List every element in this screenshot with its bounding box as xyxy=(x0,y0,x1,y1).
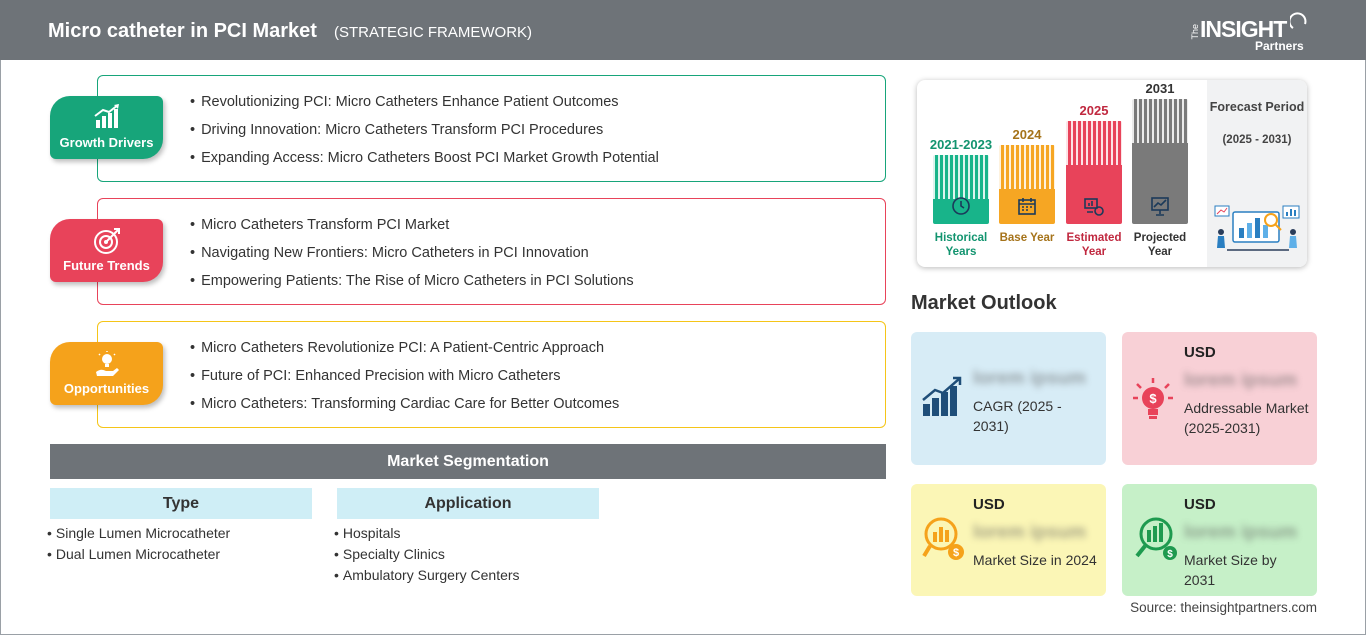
market-outlook-title: Market Outlook xyxy=(911,292,1057,314)
growth-drivers-badge: Growth Drivers xyxy=(50,96,163,159)
svg-text:$: $ xyxy=(953,547,959,559)
timeline-caption: Historical Years xyxy=(934,232,988,258)
dollar-bulb-icon: $ xyxy=(1133,378,1173,419)
segment-application-header: Application xyxy=(337,488,599,519)
bar-stripes xyxy=(933,155,989,199)
opportunities-label: Opportunities xyxy=(63,381,150,396)
opportunities-box: Micro Catheters Revolutionize PCI: A Pat… xyxy=(97,321,886,428)
future-trends-box: Micro Catheters Transform PCI Market Nav… xyxy=(97,198,886,305)
market-size-2024-card: $ USD lorem ipsum Market Size in 2024 xyxy=(911,484,1106,596)
market-size-2031-card: $ USD lorem ipsum Market Size by 2031 xyxy=(1122,484,1317,596)
logo-partners: Partners xyxy=(1255,39,1304,53)
logo-arc-icon xyxy=(1290,12,1307,29)
list-item: Specialty Clinics xyxy=(334,546,520,567)
projection-icon xyxy=(1151,197,1169,216)
segment-type-header: Type xyxy=(50,488,312,519)
growth-bars-icon xyxy=(922,376,962,416)
usd-label: USD xyxy=(1184,344,1216,361)
timeline-caption: Base Year xyxy=(999,232,1055,244)
forecast-period-panel: Forecast Period (2025 - 2031) xyxy=(1207,80,1307,267)
history-icon xyxy=(952,197,970,215)
timeline-caption: Projected Year xyxy=(1133,232,1187,258)
list-item: Ambulatory Surgery Centers xyxy=(334,567,520,588)
opportunities-list: Micro Catheters Revolutionize PCI: A Pat… xyxy=(190,340,619,424)
list-item: Single Lumen Microcatheter xyxy=(47,525,230,546)
estimate-icon xyxy=(1084,198,1104,216)
timeline-year-label: 2031 xyxy=(1145,81,1175,96)
timeline-bar xyxy=(999,145,1055,224)
timeline-bar xyxy=(1132,99,1188,224)
list-item: Future of PCI: Enhanced Precision with M… xyxy=(190,368,619,396)
coin-chart-icon: $ xyxy=(922,517,964,560)
market-size-2024-value: lorem ipsum xyxy=(973,522,1086,543)
list-item: Driving Innovation: Micro Catheters Tran… xyxy=(190,122,659,150)
addressable-market-card: $ USD lorem ipsum Addressable Market (20… xyxy=(1122,332,1317,465)
bar-stripes xyxy=(999,145,1055,189)
addressable-market-description: Addressable Market (2025-2031) xyxy=(1184,400,1309,436)
market-segmentation-header: Market Segmentation xyxy=(50,444,886,479)
segment-application-list: Hospitals Specialty Clinics Ambulatory S… xyxy=(334,525,520,588)
svg-text:$: $ xyxy=(1149,391,1157,406)
list-item: Micro Catheters Revolutionize PCI: A Pat… xyxy=(190,340,619,368)
page-subtitle: (STRATEGIC FRAMEWORK) xyxy=(334,24,533,41)
timeline-year-label: 2025 xyxy=(1079,103,1109,118)
timeline-bar xyxy=(933,155,989,224)
list-item: Dual Lumen Microcatheter xyxy=(47,546,230,567)
header-bar: Micro catheter in PCI Market (STRATEGIC … xyxy=(0,0,1366,60)
future-trends-label: Future Trends xyxy=(63,258,150,273)
bar-stripes xyxy=(1066,121,1122,165)
timeline-bar xyxy=(1066,121,1122,224)
lightbulb-hand-icon xyxy=(96,351,119,376)
list-item: Micro Catheters: Transforming Cardiac Ca… xyxy=(190,396,619,424)
growth-chart-icon xyxy=(94,104,119,128)
list-item: Hospitals xyxy=(334,525,520,546)
forecast-period-title: Forecast Period xyxy=(1209,100,1305,114)
list-item: Expanding Access: Micro Catheters Boost … xyxy=(190,150,659,178)
list-item: Navigating New Frontiers: Micro Catheter… xyxy=(190,245,634,273)
usd-label: USD xyxy=(1184,496,1216,513)
usd-label: USD xyxy=(973,496,1005,513)
cagr-card: lorem ipsum CAGR (2025 - 2031) xyxy=(911,332,1106,465)
source-note: Source: theinsightpartners.com xyxy=(1130,600,1317,615)
target-icon xyxy=(94,228,120,254)
timeline-caption: Estimated Year xyxy=(1066,232,1122,258)
analytics-people-icon xyxy=(1214,205,1300,251)
market-size-2031-description: Market Size by 2031 xyxy=(1184,552,1277,588)
growth-drivers-label: Growth Drivers xyxy=(59,135,154,150)
list-item: Revolutionizing PCI: Micro Catheters Enh… xyxy=(190,94,659,122)
market-size-2024-description: Market Size in 2024 xyxy=(973,552,1097,568)
page-title: Micro catheter in PCI Market xyxy=(48,20,317,42)
list-item: Micro Catheters Transform PCI Market xyxy=(190,217,634,245)
future-trends-list: Micro Catheters Transform PCI Market Nav… xyxy=(190,217,634,301)
list-item: Empowering Patients: The Rise of Micro C… xyxy=(190,273,634,301)
calendar-icon xyxy=(1018,198,1036,215)
svg-text:$: $ xyxy=(1167,549,1173,560)
segment-type-list: Single Lumen Microcatheter Dual Lumen Mi… xyxy=(47,525,230,567)
forecast-period-range: (2025 - 2031) xyxy=(1222,134,1292,146)
growth-drivers-list: Revolutionizing PCI: Micro Catheters Enh… xyxy=(190,94,659,178)
cagr-description: CAGR (2025 - 2031) xyxy=(973,398,1062,434)
market-size-2031-value: lorem ipsum xyxy=(1184,522,1297,543)
future-trends-badge: Future Trends xyxy=(50,219,163,282)
insight-partners-logo[interactable]: The INSIGHT Partners xyxy=(1188,8,1313,54)
logo-the: The xyxy=(1190,24,1200,40)
cagr-value: lorem ipsum xyxy=(973,368,1086,389)
growth-drivers-box: Revolutionizing PCI: Micro Catheters Enh… xyxy=(97,75,886,182)
addressable-market-value: lorem ipsum xyxy=(1184,370,1297,391)
money-growth-icon: $ xyxy=(1135,517,1177,560)
opportunities-badge: Opportunities xyxy=(50,342,163,405)
bar-stripes xyxy=(1132,99,1188,143)
timeline-year-label: 2024 xyxy=(1012,127,1042,142)
